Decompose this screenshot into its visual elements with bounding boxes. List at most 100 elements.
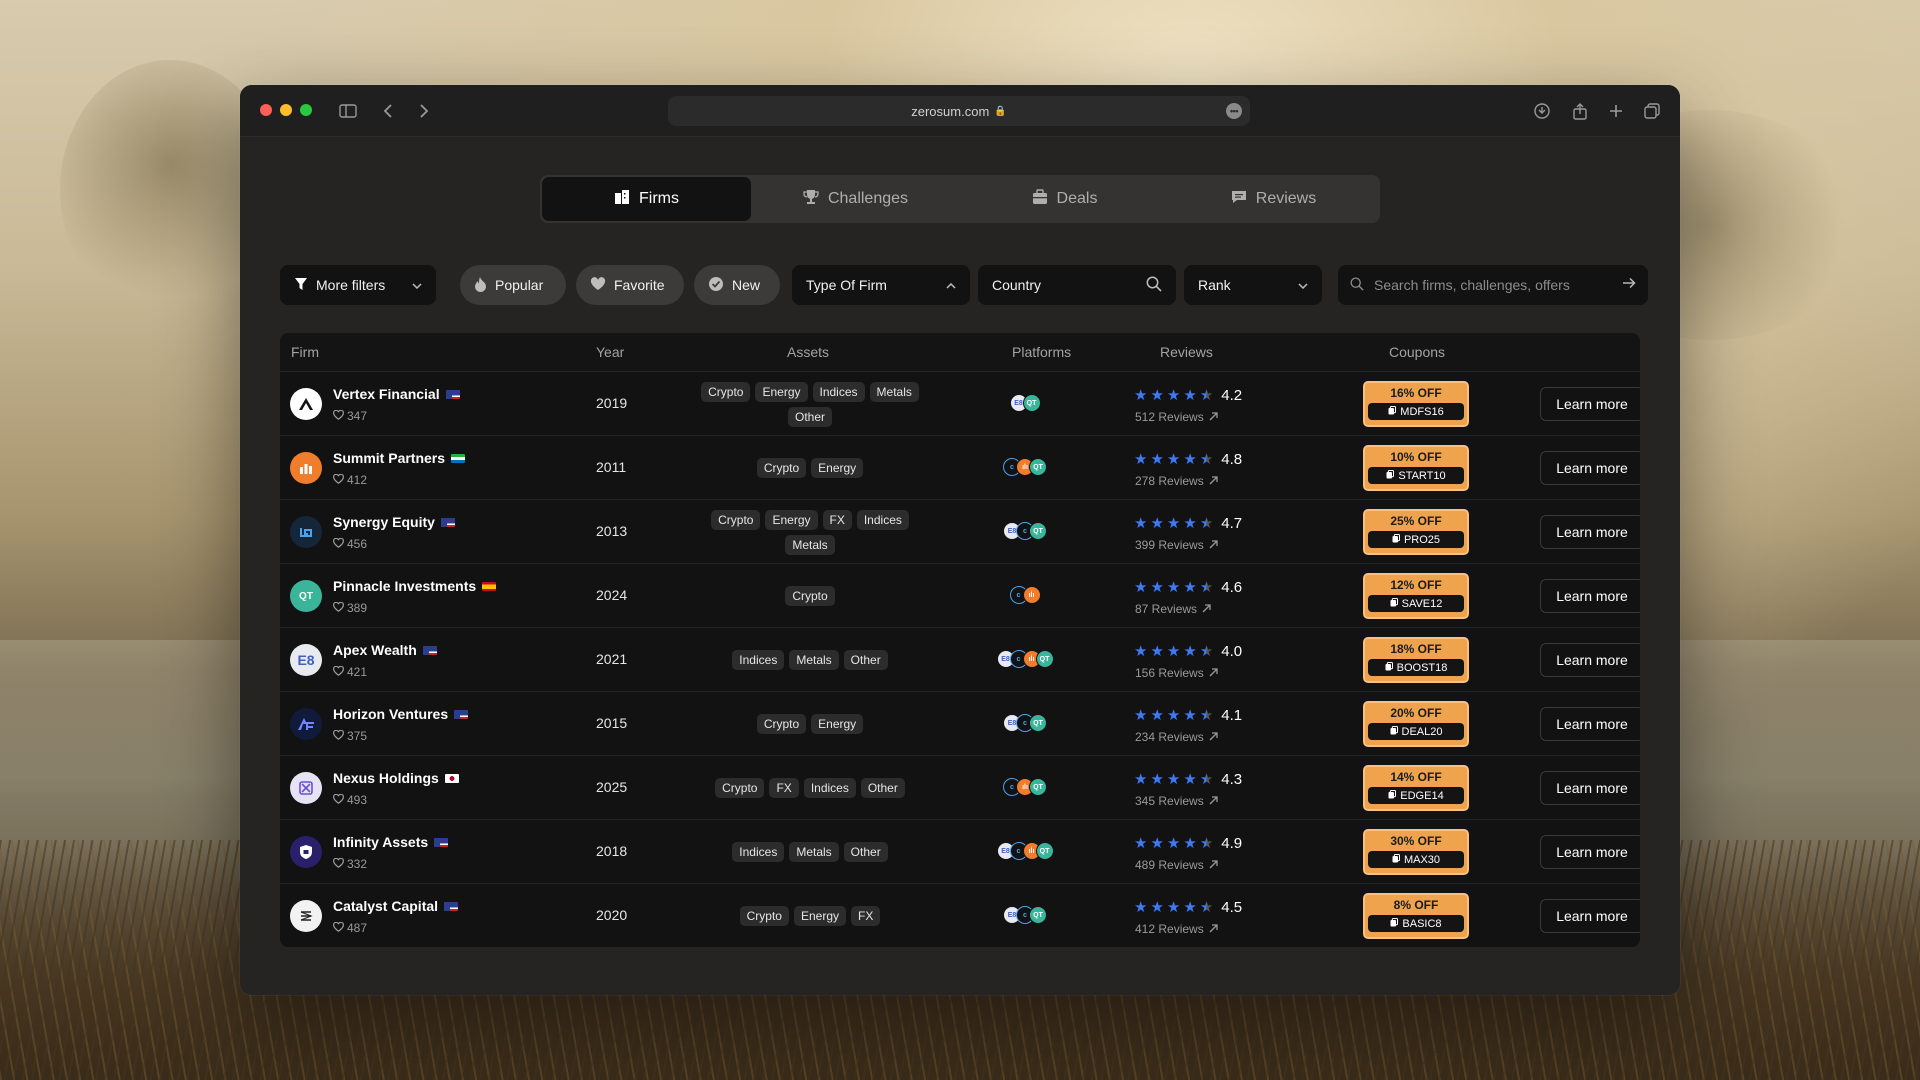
reviews-link[interactable]: 489 Reviews: [1135, 858, 1218, 872]
coupon-code[interactable]: EDGE14: [1368, 787, 1464, 804]
coupon-badge[interactable]: 16% OFF MDFS16: [1363, 381, 1469, 427]
reviews-link[interactable]: 278 Reviews: [1135, 474, 1218, 488]
learn-more-button[interactable]: Learn more: [1540, 707, 1640, 741]
firm-name[interactable]: Nexus Holdings: [333, 770, 459, 786]
header-year[interactable]: Year: [596, 344, 624, 360]
likes[interactable]: 412: [333, 473, 367, 487]
likes[interactable]: 375: [333, 729, 367, 743]
likes[interactable]: 493: [333, 793, 367, 807]
asset-chip: Other: [843, 842, 888, 862]
table-row[interactable]: Summit Partners 412 2011 Crypto Energy cı…: [280, 435, 1640, 499]
asset-chip: Crypto: [715, 778, 765, 798]
coupon-badge[interactable]: 18% OFF BOOST18: [1363, 637, 1469, 683]
table-row[interactable]: Catalyst Capital 487 2020 Crypto Energy FX…: [280, 883, 1640, 947]
likes[interactable]: 332: [333, 857, 367, 871]
firm-name[interactable]: Horizon Ventures: [333, 706, 469, 722]
coupon-code[interactable]: START10: [1368, 467, 1464, 484]
sidebar-toggle-icon[interactable]: [336, 99, 360, 123]
reviews-link[interactable]: 345 Reviews: [1135, 794, 1218, 808]
header-platforms[interactable]: Platforms: [1012, 344, 1071, 360]
coupon-code[interactable]: SAVE12: [1368, 595, 1464, 612]
share-icon[interactable]: [1568, 99, 1592, 123]
header-reviews[interactable]: Reviews: [1160, 344, 1213, 360]
favorite-filter-button[interactable]: Favorite: [576, 265, 684, 305]
coupon-badge[interactable]: 30% OFF MAX30: [1363, 829, 1469, 875]
firm-name[interactable]: Vertex Financial: [333, 386, 460, 402]
star-icon: ★: [1150, 387, 1164, 404]
download-icon[interactable]: [1530, 99, 1554, 123]
tab-overview-icon[interactable]: [1640, 99, 1664, 123]
table-row[interactable]: QT Pinnacle Investments 389 2024 Crypto …: [280, 563, 1640, 627]
learn-more-button[interactable]: Learn more: [1540, 579, 1640, 613]
table-row[interactable]: Vertex Financial 347 2019 Crypto Energy In…: [280, 371, 1640, 435]
reviews-link[interactable]: 87 Reviews: [1135, 602, 1211, 616]
firm-name[interactable]: Summit Partners: [333, 450, 466, 466]
likes[interactable]: 456: [333, 537, 367, 551]
header-assets[interactable]: Assets: [787, 344, 829, 360]
table-row[interactable]: Infinity Assets 332 2018 Indices Metals Ot…: [280, 819, 1640, 883]
copy-icon: [1388, 789, 1397, 802]
global-search-input[interactable]: Search firms, challenges, offers: [1338, 265, 1648, 305]
tab-reviews[interactable]: Reviews: [1169, 177, 1378, 221]
table-row[interactable]: Synergy Equity 456 2013 Crypto Energy FX In…: [280, 499, 1640, 563]
new-tab-icon[interactable]: [1604, 99, 1628, 123]
firm-name[interactable]: Pinnacle Investments: [333, 578, 497, 594]
learn-more-button[interactable]: Learn more: [1540, 387, 1640, 421]
header-firm[interactable]: Firm: [291, 344, 319, 360]
learn-more-button[interactable]: Learn more: [1540, 451, 1640, 485]
coupon-badge[interactable]: 25% OFF PRO25: [1363, 509, 1469, 555]
forward-icon[interactable]: [412, 99, 436, 123]
learn-more-button[interactable]: Learn more: [1540, 771, 1640, 805]
tab-challenges[interactable]: Challenges: [751, 177, 960, 221]
new-filter-button[interactable]: New: [694, 265, 780, 305]
back-icon[interactable]: [376, 99, 400, 123]
tab-deals[interactable]: Deals: [960, 177, 1169, 221]
tab-firms[interactable]: Firms: [542, 177, 751, 221]
popular-filter-button[interactable]: Popular: [460, 265, 566, 305]
coupon-badge[interactable]: 12% OFF SAVE12: [1363, 573, 1469, 619]
coupon-badge[interactable]: 10% OFF START10: [1363, 445, 1469, 491]
header-coupons[interactable]: Coupons: [1389, 344, 1445, 360]
arrow-right-icon[interactable]: [1622, 276, 1636, 294]
country-search-field[interactable]: Country: [978, 265, 1176, 305]
reviews-link[interactable]: 512 Reviews: [1135, 410, 1218, 424]
likes-count: 347: [347, 409, 368, 423]
table-row[interactable]: Horizon Ventures 375 2015 Crypto Energy E…: [280, 691, 1640, 755]
firm-name[interactable]: Infinity Assets: [333, 834, 449, 850]
learn-more-button[interactable]: Learn more: [1540, 835, 1640, 869]
coupon-badge[interactable]: 8% OFF BASIC8: [1363, 893, 1469, 939]
more-icon[interactable]: •••: [1226, 103, 1242, 119]
coupon-code[interactable]: BASIC8: [1368, 915, 1464, 932]
close-window-button[interactable]: [260, 104, 272, 116]
table-row[interactable]: E8 Apex Wealth 421 2021 Indices Metals Oth…: [280, 627, 1640, 691]
likes[interactable]: 421: [333, 665, 367, 679]
coupon-code[interactable]: BOOST18: [1368, 659, 1464, 676]
firm-name[interactable]: Catalyst Capital: [333, 898, 459, 914]
reviews-link[interactable]: 399 Reviews: [1135, 538, 1218, 552]
rank-dropdown[interactable]: Rank: [1184, 265, 1322, 305]
coupon-badge[interactable]: 20% OFF DEAL20: [1363, 701, 1469, 747]
likes[interactable]: 347: [333, 409, 367, 423]
learn-more-button[interactable]: Learn more: [1540, 899, 1640, 933]
coupon-badge[interactable]: 14% OFF EDGE14: [1363, 765, 1469, 811]
coupon-code[interactable]: MDFS16: [1368, 403, 1464, 420]
coupon-code[interactable]: PRO25: [1368, 531, 1464, 548]
coupon-code[interactable]: DEAL20: [1368, 723, 1464, 740]
likes[interactable]: 389: [333, 601, 367, 615]
reviews-link[interactable]: 156 Reviews: [1135, 666, 1218, 680]
type-of-firm-dropdown[interactable]: Type Of Firm: [792, 265, 970, 305]
learn-more-button[interactable]: Learn more: [1540, 515, 1640, 549]
coupon-code[interactable]: MAX30: [1368, 851, 1464, 868]
reviews-link[interactable]: 412 Reviews: [1135, 922, 1218, 936]
more-filters-button[interactable]: More filters: [280, 265, 436, 305]
address-bar[interactable]: zerosum.com 🔒 •••: [668, 96, 1250, 126]
minimize-window-button[interactable]: [280, 104, 292, 116]
table-row[interactable]: Nexus Holdings 493 2025 Crypto FX Indices O…: [280, 755, 1640, 819]
firm-name[interactable]: Synergy Equity: [333, 514, 455, 530]
maximize-window-button[interactable]: [300, 104, 312, 116]
firm-name[interactable]: Apex Wealth: [333, 642, 437, 658]
learn-more-button[interactable]: Learn more: [1540, 643, 1640, 677]
likes[interactable]: 487: [333, 921, 367, 935]
platforms-list: E8 c QT: [960, 714, 1090, 732]
reviews-link[interactable]: 234 Reviews: [1135, 730, 1218, 744]
